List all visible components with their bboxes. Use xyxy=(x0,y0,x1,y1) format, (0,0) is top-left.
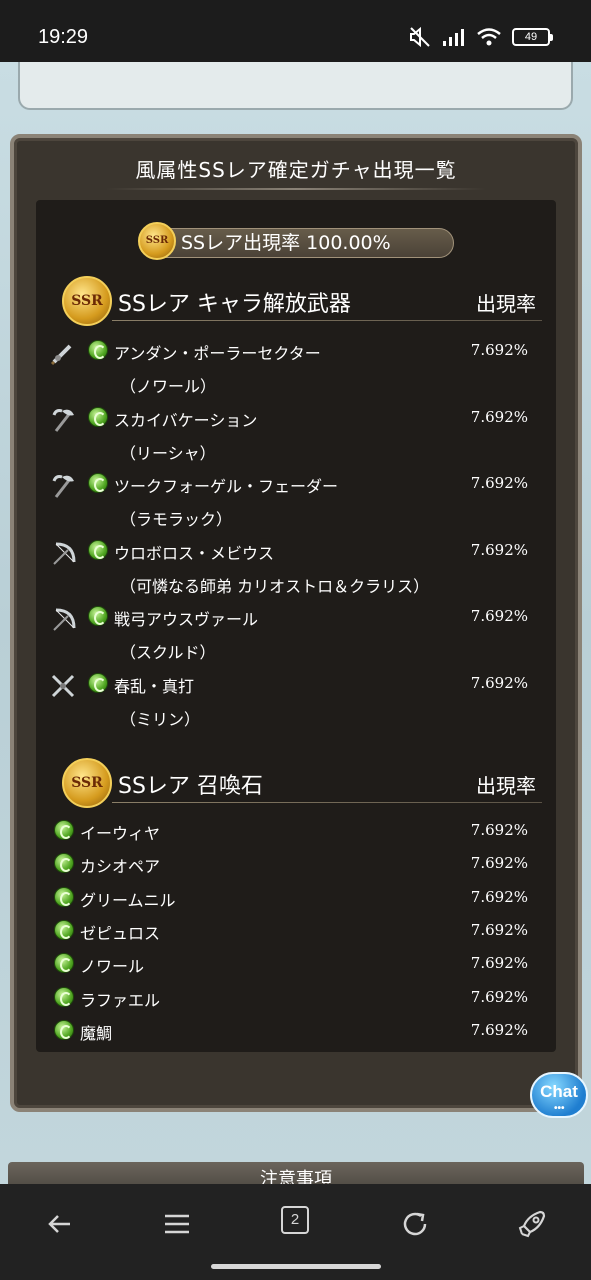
panel-title: 風属性SSレア確定ガチャ出現一覧 xyxy=(135,158,457,182)
chat-dots-icon: ••• xyxy=(554,1103,565,1114)
weapon-name: アンダン・ポーラーセクター xyxy=(114,344,321,363)
wind-element-icon xyxy=(88,473,108,493)
back-arrow-icon[interactable] xyxy=(40,1204,80,1244)
weapon-character: （ミリン） xyxy=(120,709,201,729)
reload-icon[interactable] xyxy=(395,1204,435,1244)
wind-element-icon xyxy=(54,986,74,1007)
battery-level: 49 xyxy=(512,28,550,46)
weapon-name: 春乱・真打 xyxy=(114,676,195,696)
summon-name: グリームニル xyxy=(80,890,176,910)
tabs-button[interactable]: 2 xyxy=(281,1206,309,1234)
summon-name: ゼピュロス xyxy=(80,923,161,943)
weapon-rate: 7.692% xyxy=(470,540,528,559)
wind-element-icon xyxy=(88,539,108,560)
summon-name: カシオペア xyxy=(80,857,161,877)
navigation-bar: 2 xyxy=(0,1184,591,1280)
battery-icon: 49 xyxy=(512,28,553,46)
weapon-name: スカイバケーション xyxy=(114,410,258,430)
wind-element-icon xyxy=(54,820,74,840)
title-divider xyxy=(106,188,486,190)
bow-icon xyxy=(53,542,76,565)
summon-rate: 7.692% xyxy=(470,854,528,873)
summon-rate: 7.692% xyxy=(470,1020,528,1039)
weapons-section-title: SSレア キャラ解放武器 xyxy=(118,292,351,317)
summon-name: 魔鯛 xyxy=(80,1023,113,1043)
weapons-rate-header: 出現率 xyxy=(476,292,536,316)
summon-rate: 7.692% xyxy=(470,987,528,1006)
wind-element-icon xyxy=(54,1019,74,1040)
summon-rate: 7.692% xyxy=(470,954,528,973)
home-indicator xyxy=(211,1264,381,1269)
wind-element-icon xyxy=(54,886,74,907)
weapon-name: 戦弓アウスヴァール xyxy=(114,610,259,629)
wind-element-icon xyxy=(88,606,108,626)
weapon-rate: 7.692% xyxy=(470,407,528,426)
summon-rate: 7.692% xyxy=(470,821,528,839)
summon-name: ラファエル xyxy=(80,990,161,1010)
mute-icon xyxy=(410,26,430,48)
weapon-character: （可憐なる師弟 カリオストロ＆クラリス） xyxy=(120,576,430,596)
gacha-list-panel: 風属性SSレア確定ガチャ出現一覧 SSレア出現率 100.00% SSR SSR… xyxy=(10,134,582,1112)
ssr-badge-icon: SSR xyxy=(138,222,176,260)
weapon-rate: 7.692% xyxy=(470,607,528,625)
bow-icon xyxy=(53,608,76,631)
axe-icon xyxy=(52,408,74,432)
summons-section-title: SSレア 召喚石 xyxy=(118,774,263,799)
weapon-rate: 7.692% xyxy=(470,341,528,359)
weapon-character: （スクルド） xyxy=(120,643,216,662)
menu-icon[interactable] xyxy=(157,1204,197,1244)
ssr-rate-pill: SSレア出現率 100.00% xyxy=(144,228,454,258)
signal-icon xyxy=(443,29,464,46)
summon-rate: 7.692% xyxy=(470,887,528,906)
axe-icon xyxy=(52,475,74,498)
ssr-badge-icon: SSR xyxy=(62,758,112,808)
rocket-icon[interactable] xyxy=(512,1204,552,1244)
katana-icon xyxy=(51,674,75,697)
weapon-name: ウロボロス・メビウス xyxy=(114,543,275,563)
summon-name: イーウィヤ xyxy=(80,824,161,843)
chat-label: Chat xyxy=(540,1082,578,1101)
wifi-icon xyxy=(477,28,501,46)
status-time: 19:29 xyxy=(38,26,89,48)
summon-rate: 7.692% xyxy=(470,920,528,939)
wind-element-icon xyxy=(88,406,108,427)
weapon-character: （ノワール） xyxy=(120,377,217,396)
status-bar: 19:29 49 xyxy=(0,0,591,62)
weapon-rate: 7.692% xyxy=(470,474,528,492)
status-icons: 49 xyxy=(408,26,553,48)
summons-section-divider xyxy=(112,802,542,803)
chat-button[interactable]: Chat ••• xyxy=(530,1072,588,1118)
wind-element-icon xyxy=(88,340,108,360)
summon-name: ノワール xyxy=(80,957,145,977)
ssr-badge-icon: SSR xyxy=(62,276,112,326)
summons-rate-header: 出現率 xyxy=(476,774,536,798)
weapon-rate: 7.692% xyxy=(470,673,528,692)
wind-element-icon xyxy=(88,672,108,693)
sword-icon xyxy=(50,344,72,366)
weapon-character: （ラモラック） xyxy=(120,510,233,529)
top-panel xyxy=(18,62,573,110)
weapon-character: （リーシャ） xyxy=(120,443,216,463)
weapon-name: ツークフォーゲル・フェーダー xyxy=(114,477,339,496)
weapons-section-divider xyxy=(112,320,542,321)
wind-element-icon xyxy=(54,919,74,940)
